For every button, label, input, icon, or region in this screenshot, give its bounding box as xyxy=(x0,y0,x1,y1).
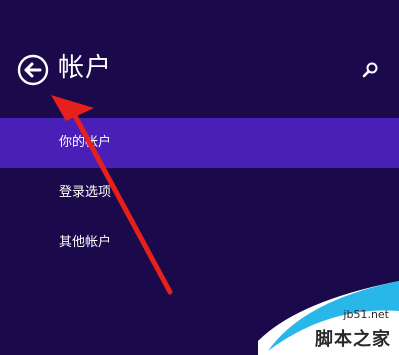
settings-screen: 帐户 你的帐户 登录选项 其他帐户 jb51.net 脚本之家 xyxy=(0,0,399,355)
nav-item-label: 你的帐户 xyxy=(59,135,112,150)
nav-item-label: 登录选项 xyxy=(59,185,112,200)
nav-item-sign-in-options[interactable]: 登录选项 xyxy=(0,168,399,218)
back-button[interactable] xyxy=(17,54,49,86)
nav-item-label: 其他帐户 xyxy=(59,235,112,250)
page-title: 帐户 xyxy=(58,53,113,83)
nav-list: 你的帐户 登录选项 其他帐户 xyxy=(0,118,399,268)
search-button[interactable] xyxy=(360,60,380,80)
watermark-url: jb51.net xyxy=(343,308,389,321)
watermark: jb51.net 脚本之家 xyxy=(258,281,399,355)
nav-item-your-account[interactable]: 你的帐户 xyxy=(0,118,399,168)
watermark-name: 脚本之家 xyxy=(315,329,391,350)
search-icon xyxy=(362,62,378,78)
nav-item-other-accounts[interactable]: 其他帐户 xyxy=(0,218,399,268)
back-arrow-icon xyxy=(17,54,49,86)
